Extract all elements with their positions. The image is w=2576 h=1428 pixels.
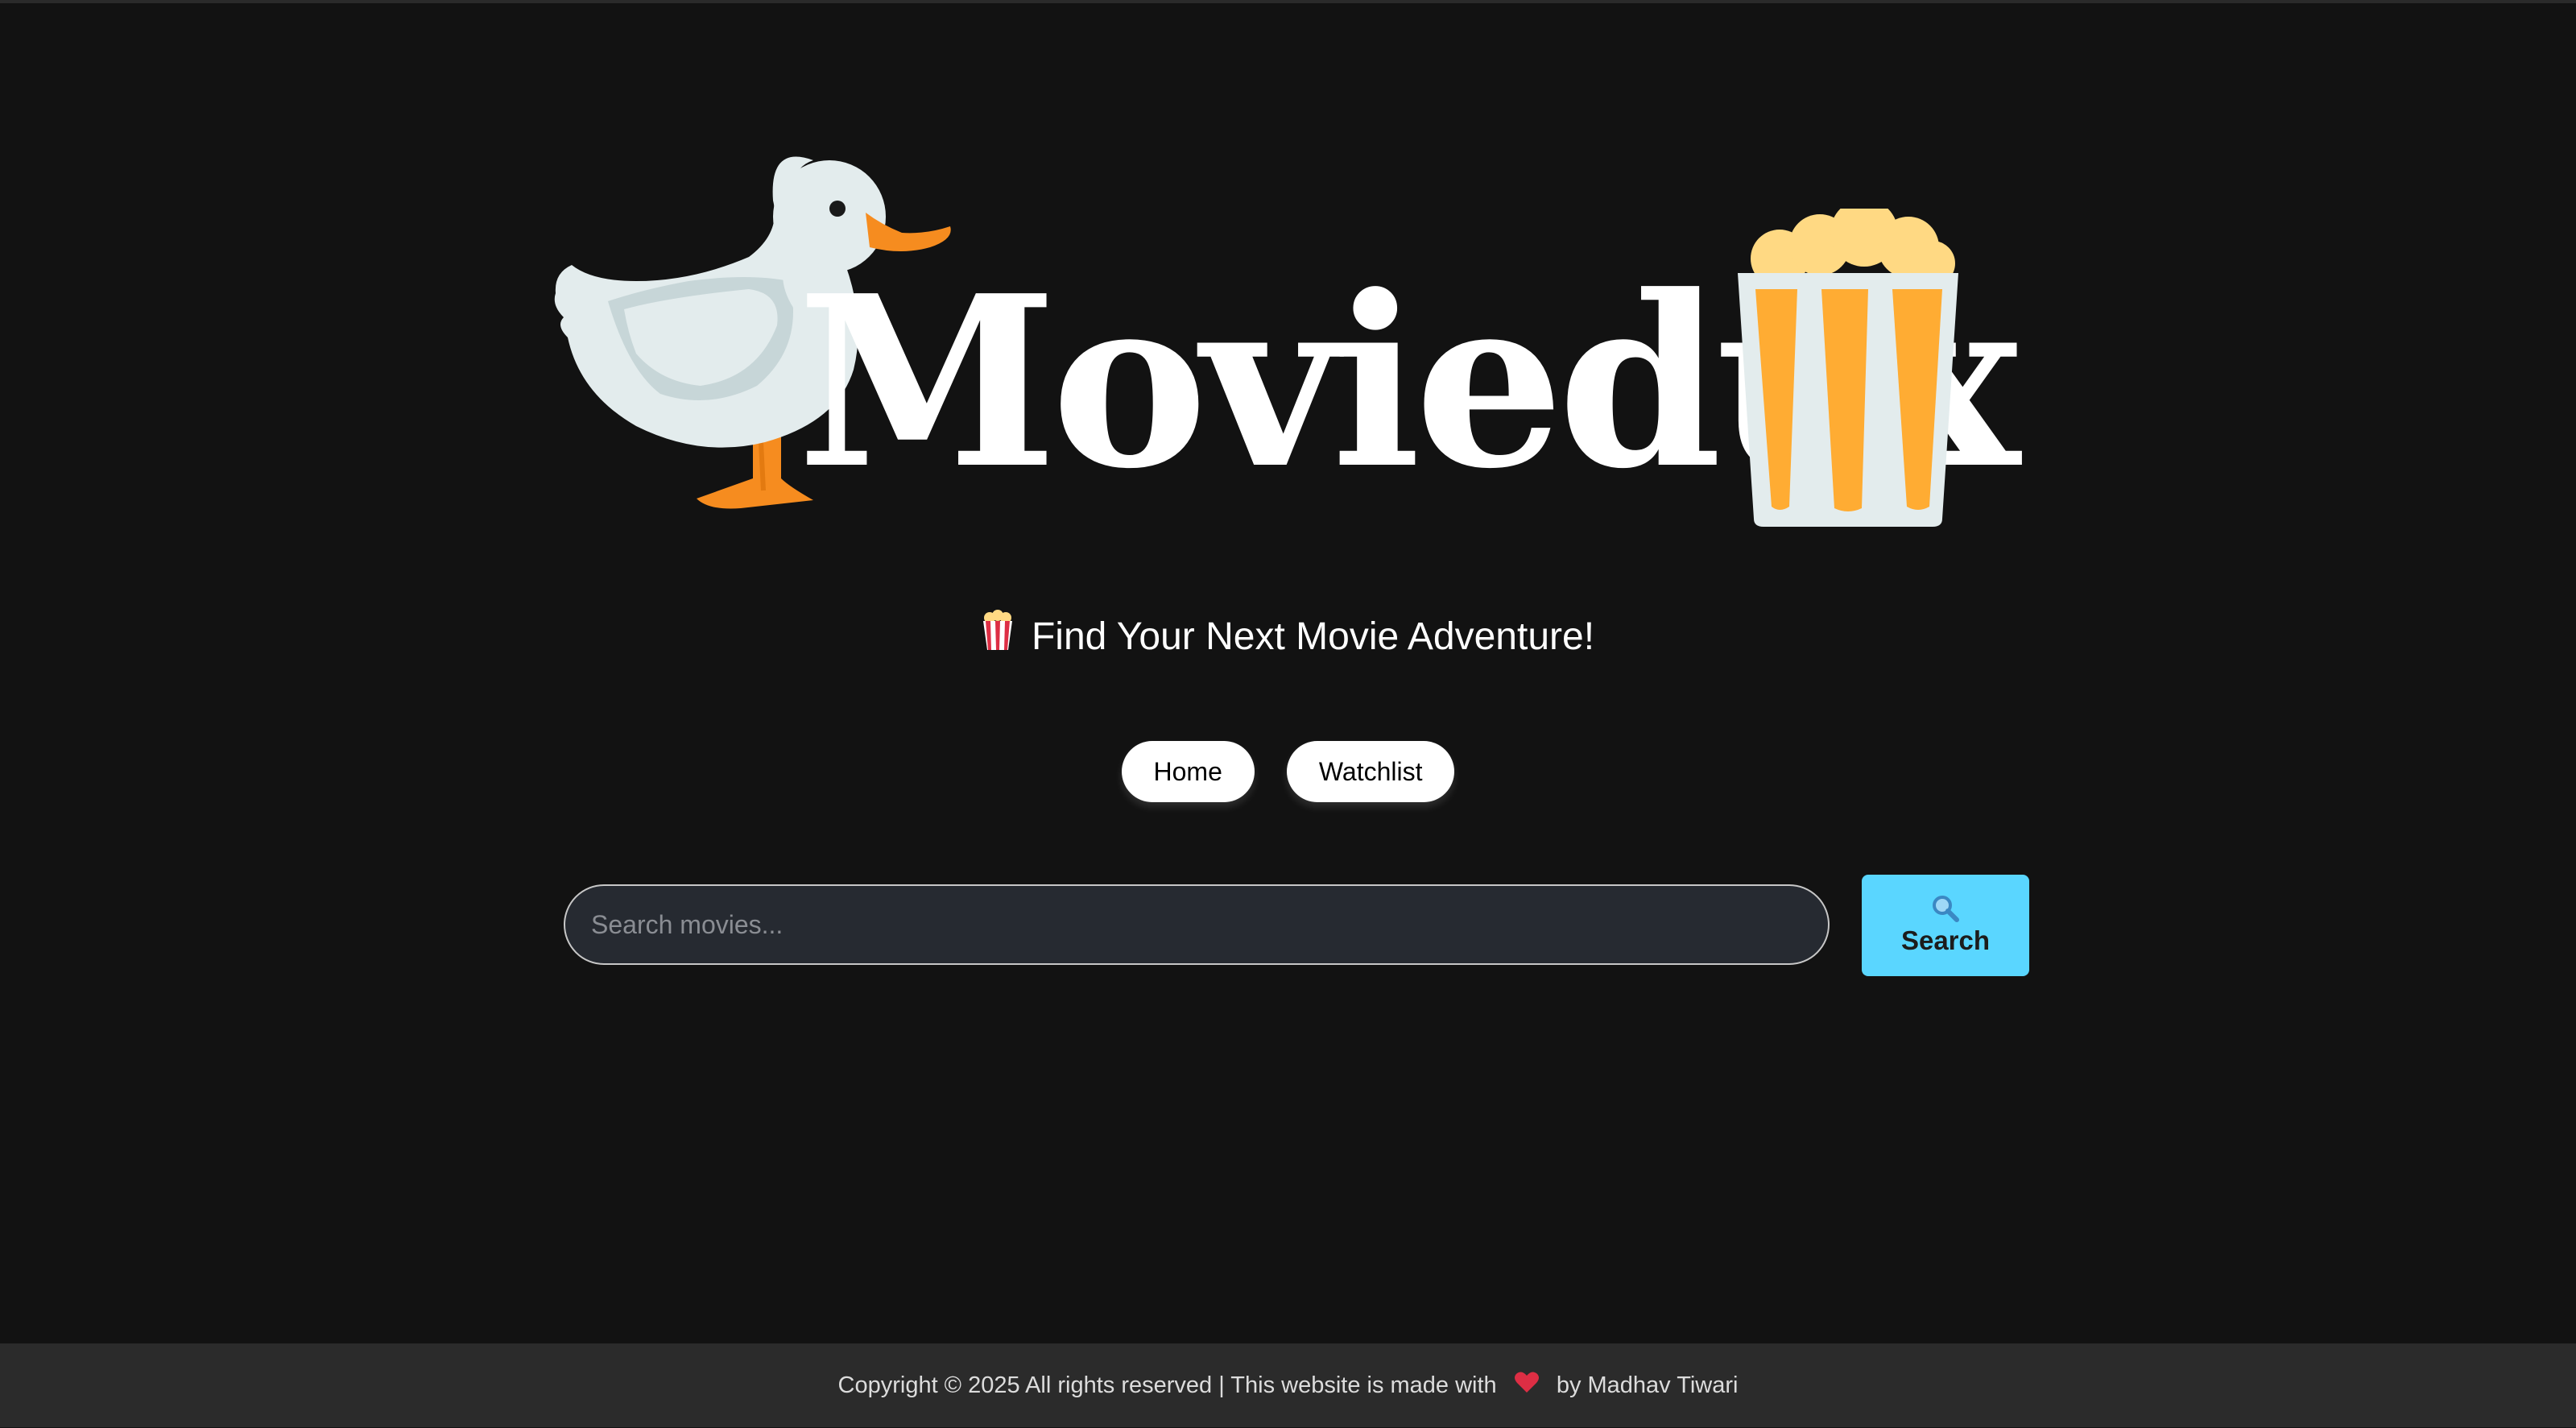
tagline: Find Your Next Movie Adventure! <box>0 609 2576 668</box>
search-button-label: Search <box>1900 925 1991 955</box>
heart-icon <box>1514 1344 1539 1428</box>
page: Moviedux Find Your Next Movie Adventure!… <box>0 3 2576 1343</box>
search-button[interactable]: Search <box>1862 875 2029 976</box>
tagline-text: Find Your Next Movie Adventure! <box>1031 615 1595 658</box>
home-button[interactable]: Home <box>1121 741 1255 802</box>
logo: Moviedux <box>548 152 2020 531</box>
footer-text-after: by Madhav Tiwari <box>1556 1372 1739 1398</box>
search-input[interactable] <box>564 884 1830 965</box>
popcorn-icon <box>1738 209 1958 527</box>
popcorn-icon <box>982 610 1014 668</box>
footer: Copyright © 2025 All rights reserved | T… <box>0 1343 2576 1427</box>
footer-text-before: Copyright © 2025 All rights reserved | T… <box>837 1372 1497 1398</box>
magnifier-icon <box>1932 895 1959 922</box>
watchlist-button[interactable]: Watchlist <box>1286 741 1455 802</box>
nav-bar: Home Watchlist <box>0 741 2576 802</box>
